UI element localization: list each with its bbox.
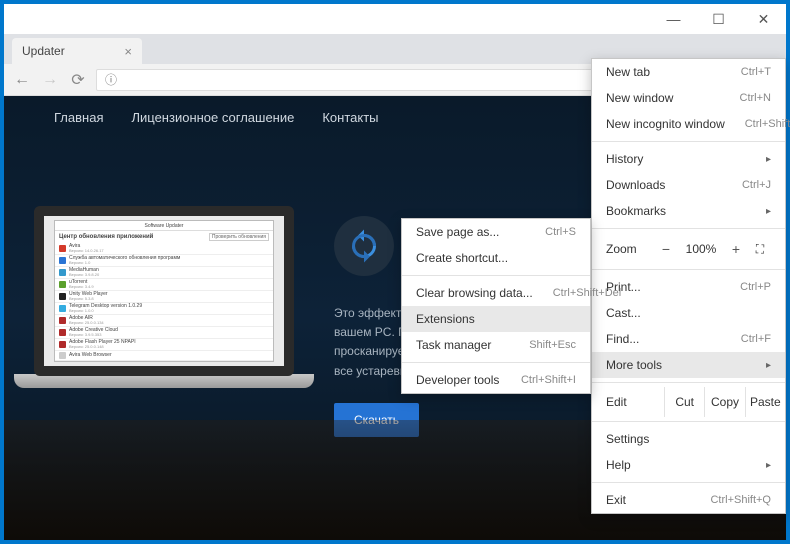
menu-exit[interactable]: ExitCtrl+Shift+Q	[592, 487, 785, 513]
close-button[interactable]: ✕	[741, 4, 786, 34]
app-row-name: Avira Web Browser	[69, 353, 269, 358]
nav-license[interactable]: Лицензионное соглашение	[131, 110, 294, 125]
zoom-out-button[interactable]: −	[653, 241, 679, 257]
menu-zoom: Zoom − 100% + ⛶	[592, 233, 785, 265]
app-row-icon	[59, 269, 66, 276]
app-preview-action: Проверить обновления	[209, 233, 269, 241]
app-row-sub: Версия: 3.9.5.353	[69, 333, 269, 337]
app-row-icon	[59, 257, 66, 264]
laptop-screen: Software Updater Центр обновления прилож…	[34, 206, 294, 376]
site-info-icon[interactable]: ⓘ	[105, 71, 117, 88]
zoom-label: Zoom	[606, 242, 653, 256]
app-row: Telegram Desktop version 1.0.29Версия: 1…	[55, 303, 273, 315]
app-row-icon	[59, 329, 66, 336]
laptop-base	[14, 374, 314, 388]
app-preview-header: Центр обновления приложений Проверить об…	[55, 231, 273, 243]
app-row-sub: Версия: 14.0.26.17	[69, 249, 269, 253]
menu-new-tab[interactable]: New tabCtrl+T	[592, 59, 785, 85]
submenu-clear-data[interactable]: Clear browsing data...Ctrl+Shift+Del	[402, 280, 590, 306]
app-row: uTorrentВерсия: 3.4.9	[55, 279, 273, 291]
maximize-button[interactable]: ☐	[696, 4, 741, 34]
app-row-icon	[59, 293, 66, 300]
app-row-icon	[59, 341, 66, 348]
menu-new-window[interactable]: New windowCtrl+N	[592, 85, 785, 111]
app-row: Adobe Creative CloudВерсия: 3.9.5.353	[55, 327, 273, 339]
tab-close-icon[interactable]: ×	[124, 44, 132, 59]
minimize-button[interactable]: —	[651, 4, 696, 34]
app-row-icon	[59, 317, 66, 324]
submenu-create-shortcut[interactable]: Create shortcut...	[402, 245, 590, 271]
menu-bookmarks[interactable]: Bookmarks▸	[592, 198, 785, 224]
submenu-extensions[interactable]: Extensions	[402, 306, 590, 332]
menu-separator	[592, 382, 785, 383]
menu-help[interactable]: Help▸	[592, 452, 785, 478]
zoom-value: 100%	[679, 242, 723, 256]
menu-separator	[592, 269, 785, 270]
app-row-sub: Версия: 25.0.0.148	[69, 345, 269, 349]
app-row-sub: Версия: 1.0	[69, 261, 269, 265]
fullscreen-icon[interactable]: ⛶	[749, 242, 771, 257]
app-row-icon	[59, 281, 66, 288]
app-row: AviraВерсия: 14.0.26.17	[55, 243, 273, 255]
titlebar: — ☐ ✕	[4, 4, 786, 34]
app-row-sub: Версия: 1.0.0	[69, 309, 269, 313]
submenu-devtools[interactable]: Developer toolsCtrl+Shift+I	[402, 367, 590, 393]
app-row-icon	[59, 352, 66, 359]
tab-title: Updater	[22, 44, 65, 58]
app-row-sub: Версия: 3.4.9	[69, 285, 269, 289]
menu-edit-row: Edit Cut Copy Paste	[592, 387, 785, 417]
chrome-main-menu: New tabCtrl+T New windowCtrl+N New incog…	[591, 58, 786, 514]
menu-separator	[592, 421, 785, 422]
app-row: Unity Web PlayerВерсия: 5.3.8	[55, 291, 273, 303]
nav-contacts[interactable]: Контакты	[322, 110, 378, 125]
forward-icon: →	[40, 71, 60, 89]
app-row: Adobe Flash Player 25 NPAPIВерсия: 25.0.…	[55, 339, 273, 351]
app-row-sub: Версия: 3.9.8.20	[69, 273, 269, 277]
submenu-task-manager[interactable]: Task managerShift+Esc	[402, 332, 590, 358]
menu-downloads[interactable]: DownloadsCtrl+J	[592, 172, 785, 198]
app-row: Avira Web Browser	[55, 351, 273, 361]
app-row: Adobe AIRВерсия: 25.0.0.134	[55, 315, 273, 327]
nav-home[interactable]: Главная	[54, 110, 103, 125]
zoom-in-button[interactable]: +	[723, 241, 749, 257]
reload-icon[interactable]: ⟳	[68, 70, 88, 90]
hero-laptop: Software Updater Центр обновления прилож…	[34, 206, 324, 406]
menu-settings[interactable]: Settings	[592, 426, 785, 452]
app-row-icon	[59, 305, 66, 312]
menu-more-tools[interactable]: More tools▸	[592, 352, 785, 378]
app-row-sub: Версия: 25.0.0.134	[69, 321, 269, 325]
edit-cut[interactable]: Cut	[664, 387, 704, 417]
menu-separator	[592, 141, 785, 142]
menu-separator	[402, 275, 590, 276]
menu-separator	[592, 228, 785, 229]
menu-cast[interactable]: Cast...	[592, 300, 785, 326]
menu-find[interactable]: Find...Ctrl+F	[592, 326, 785, 352]
app-preview-titlebar: Software Updater	[55, 221, 273, 231]
app-preview-header-text: Центр обновления приложений	[59, 234, 153, 240]
app-row: Служба автоматического обновления програ…	[55, 255, 273, 267]
edit-label: Edit	[606, 395, 664, 409]
edit-paste[interactable]: Paste	[745, 387, 785, 417]
app-preview-window: Software Updater Центр обновления прилож…	[54, 220, 274, 362]
submenu-save-page[interactable]: Save page as...Ctrl+S	[402, 219, 590, 245]
back-icon[interactable]: ←	[12, 71, 32, 89]
app-row-sub: Версия: 5.3.8	[69, 297, 269, 301]
menu-separator	[592, 482, 785, 483]
more-tools-submenu: Save page as...Ctrl+S Create shortcut...…	[401, 218, 591, 394]
menu-separator	[402, 362, 590, 363]
refresh-circle-icon	[334, 216, 394, 276]
tab-updater[interactable]: Updater ×	[12, 38, 142, 64]
menu-history[interactable]: History▸	[592, 146, 785, 172]
app-row-icon	[59, 245, 66, 252]
app-row: MediaHumanВерсия: 3.9.8.20	[55, 267, 273, 279]
edit-copy[interactable]: Copy	[704, 387, 744, 417]
menu-incognito[interactable]: New incognito windowCtrl+Shift+N	[592, 111, 785, 137]
